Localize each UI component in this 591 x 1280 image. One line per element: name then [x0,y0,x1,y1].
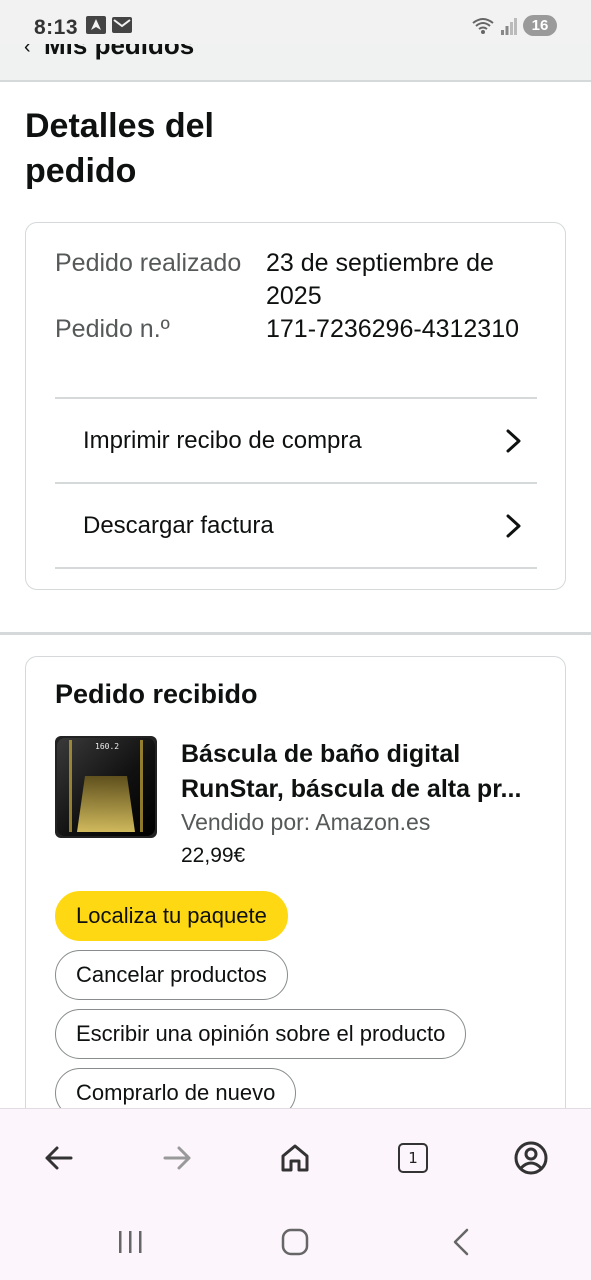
system-home-icon [281,1228,309,1256]
order-number-value: 171-7236296-4312310 [266,315,520,343]
navigation-arrow-icon [86,16,106,34]
back-button[interactable] [37,1136,81,1180]
download-invoice-label: Descargar factura [83,512,274,539]
divider [55,567,537,569]
arrow-right-icon [163,1146,191,1170]
battery-icon: 16 [523,15,557,36]
print-receipt-label: Imprimir recibo de compra [83,427,362,454]
shipment-card: Pedido recibido 160.2 Báscula de baño di… [25,656,566,1126]
section-separator [0,632,591,635]
home-button[interactable] [273,1136,317,1180]
shipment-status-title: Pedido recibido [55,679,258,709]
scale-display-reading: 160.2 [95,742,119,751]
signal-icon [501,17,517,35]
account-button[interactable] [509,1136,553,1180]
order-info-card: Pedido realizado 23 de septiembre de 202… [25,222,566,590]
product-price: 22,99€ [181,844,246,867]
chevron-left-icon: ‹ [24,44,31,58]
tabs-button[interactable]: 1 [391,1136,435,1180]
browser-toolbar: 1 [0,1108,591,1204]
print-receipt-link[interactable]: Imprimir recibo de compra [55,399,537,483]
tab-count-icon: 1 [398,1143,428,1173]
arrow-left-icon [45,1146,73,1170]
recent-apps-button[interactable] [105,1222,155,1262]
status-bar: 8:13 16 [0,0,591,44]
bathroom-scale-image: 160.2 [57,738,155,836]
status-time: 8:13 [34,16,79,39]
system-home-button[interactable] [270,1222,320,1262]
back-nav-bar[interactable]: ‹ Mis pedidos [0,44,591,82]
status-icons-right: 16 [471,15,557,36]
mail-icon [112,17,132,33]
status-icons-left [86,16,132,34]
write-review-button[interactable]: Escribir una opinión sobre el producto [55,1009,467,1059]
track-package-button[interactable]: Localiza tu paquete [55,891,288,941]
system-back-icon [453,1228,469,1256]
system-back-button[interactable] [436,1222,486,1262]
chevron-right-icon [506,429,521,453]
chevron-right-icon [506,514,521,538]
recent-apps-icon [119,1231,142,1253]
order-number-label: Pedido n.º [55,315,170,343]
order-date-value: 23 de septiembre de 2025 [266,249,494,310]
account-circle-icon [514,1141,548,1175]
page-title: Detalles del pedido [25,107,214,190]
back-link-label[interactable]: Mis pedidos [44,44,194,61]
wifi-icon [472,17,494,34]
home-icon [281,1144,309,1172]
forward-button[interactable] [155,1136,199,1180]
product-seller: Vendido por: Amazon.es [181,809,431,835]
product-image[interactable]: 160.2 [55,736,157,838]
system-navigation-bar [0,1204,591,1280]
order-date-label: Pedido realizado [55,249,242,277]
product-title-link[interactable]: Báscula de baño digital RunStar, báscula… [181,737,546,807]
cancel-items-button[interactable]: Cancelar productos [55,950,288,1000]
download-invoice-link[interactable]: Descargar factura [55,484,537,568]
